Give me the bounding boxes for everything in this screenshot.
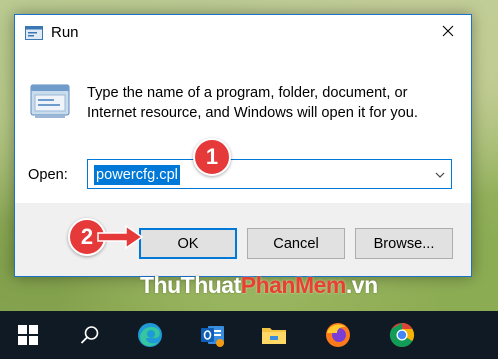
firefox-icon [326, 323, 350, 347]
taskbar [0, 311, 498, 359]
outlook-icon [201, 326, 224, 347]
edge-icon [138, 323, 162, 347]
search-button[interactable] [74, 319, 106, 351]
close-icon [442, 25, 454, 37]
taskbar-firefox[interactable] [322, 319, 354, 351]
open-input-value[interactable]: powercfg.cpl [94, 165, 180, 185]
chevron-down-icon[interactable] [433, 168, 447, 182]
dialog-description: Type the name of a program, folder, docu… [87, 83, 459, 123]
pointer-arrow-icon [97, 224, 144, 250]
open-label: Open: [28, 167, 68, 183]
taskbar-outlook[interactable] [197, 319, 229, 351]
ok-button[interactable]: OK [139, 228, 237, 259]
windows-start-icon [18, 325, 38, 345]
watermark-part-2: PhanMem [240, 272, 347, 298]
taskbar-file-explorer[interactable] [258, 319, 290, 351]
screenshot: Run Type the name of a program, folder, … [0, 0, 498, 359]
taskbar-chrome[interactable] [386, 319, 418, 351]
step-1-badge: 1 [193, 138, 231, 176]
window-title: Run [51, 24, 79, 41]
chrome-icon [389, 323, 415, 348]
watermark-part-1: ThuThuat [140, 272, 241, 298]
description-line-1: Type the name of a program, folder, docu… [87, 85, 408, 101]
run-program-icon [30, 84, 70, 118]
watermark: ThuThuatPhanMem.vn [140, 272, 378, 299]
description-line-2: Internet resource, and Windows will open… [87, 105, 418, 121]
browse-button[interactable]: Browse... [355, 228, 453, 259]
run-app-icon [25, 26, 43, 40]
open-combobox[interactable]: powercfg.cpl [87, 159, 452, 189]
taskbar-edge[interactable] [134, 319, 166, 351]
title-bar[interactable]: Run [15, 15, 471, 53]
watermark-part-3: .vn [345, 272, 378, 298]
start-button[interactable] [12, 319, 44, 351]
cancel-button[interactable]: Cancel [247, 228, 345, 259]
file-explorer-icon [262, 328, 286, 344]
dialog-content: Type the name of a program, folder, docu… [15, 53, 471, 203]
close-button[interactable] [425, 15, 471, 47]
search-icon [80, 326, 99, 344]
